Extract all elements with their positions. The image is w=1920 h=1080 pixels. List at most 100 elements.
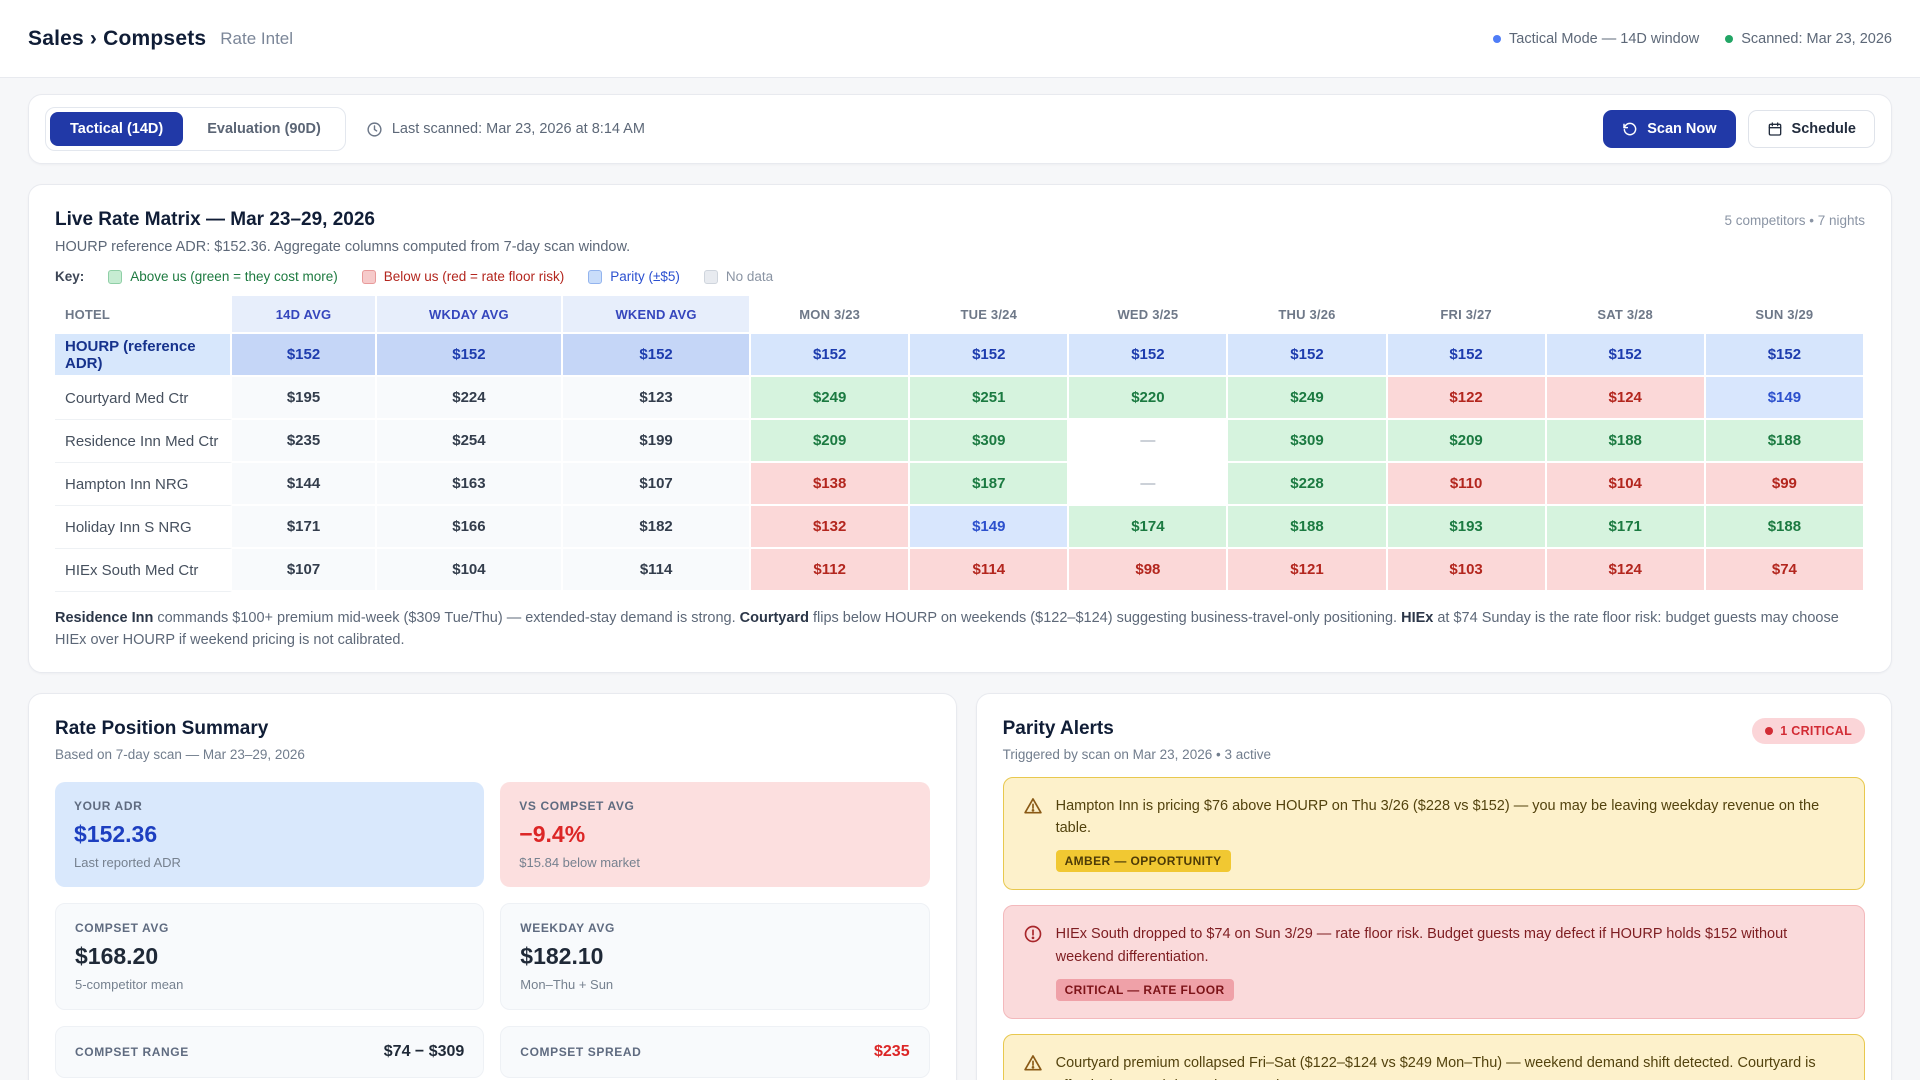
agg-cell: $166 bbox=[376, 506, 564, 549]
legend-label: Below us (red = rate floor risk) bbox=[383, 269, 565, 284]
legend-item: Above us (green = they cost more) bbox=[108, 269, 338, 284]
stat-row-value: $74 − $309 bbox=[383, 1042, 465, 1060]
agg-cell: $199 bbox=[563, 420, 752, 463]
column-header: FRI 3/27 bbox=[1387, 296, 1547, 334]
hotel-name-cell: HIEx South Med Ctr bbox=[55, 549, 233, 592]
legend-label: No data bbox=[725, 269, 774, 284]
day-rate-cell: $132 bbox=[751, 506, 911, 549]
tab-tactical-14d-[interactable]: Tactical (14D) bbox=[50, 112, 184, 146]
day-rate-cell: $99 bbox=[1705, 463, 1865, 506]
day-rate-cell: $220 bbox=[1069, 377, 1229, 420]
day-rate-cell: $152 bbox=[1705, 334, 1865, 377]
agg-cell: $224 bbox=[376, 377, 564, 420]
legend-label: Above us (green = they cost more) bbox=[130, 269, 338, 284]
summary-tile: WEEKDAY AVG $182.10 Mon–Thu + Sun bbox=[500, 902, 930, 1010]
column-header: SUN 3/29 bbox=[1705, 296, 1865, 334]
day-rate-cell: $149 bbox=[1705, 377, 1865, 420]
stat-row-value: $235 bbox=[874, 1042, 910, 1060]
day-rate-cell: $122 bbox=[1387, 377, 1547, 420]
summary-stat-row: COMPSET SPREAD $235 bbox=[500, 1025, 930, 1078]
day-rate-cell: $110 bbox=[1387, 463, 1547, 506]
legend-swatch bbox=[361, 269, 376, 284]
summary-subtitle: Based on 7-day scan — Mar 23–29, 2026 bbox=[55, 746, 305, 762]
rate-matrix-table: HOTEL 14D AVG WKDAY AVG WKEND AVG MON 3/23 TU… bbox=[55, 296, 1865, 592]
tile-value: $182.10 bbox=[520, 942, 604, 969]
hotel-name-cell: Holiday Inn S NRG bbox=[55, 506, 233, 549]
agg-cell: $144 bbox=[232, 463, 377, 506]
matrix-legend: Key: Above us (green = they cost more) Be… bbox=[55, 269, 1865, 284]
hotel-name-cell: HOURP (reference ADR) bbox=[55, 334, 233, 377]
critical-count-badge: 1 CRITICAL bbox=[1752, 717, 1865, 744]
tile-caption: $15.84 below market bbox=[519, 854, 640, 870]
matrix-table-head: HOTEL 14D AVG WKDAY AVG WKEND AVG MON 3/23 TU… bbox=[55, 296, 1865, 334]
table-row: Residence Inn Med Ctr $235 $254 $199 $209 $30… bbox=[55, 420, 1865, 463]
legend-item: No data bbox=[703, 269, 774, 284]
day-rate-cell: $152 bbox=[751, 334, 911, 377]
matrix-meta: 5 competitors • 7 nights bbox=[1724, 213, 1865, 228]
legend-swatch bbox=[588, 269, 603, 284]
day-rate-cell: $249 bbox=[1228, 377, 1388, 420]
tab-evaluation-90d-[interactable]: Evaluation (90D) bbox=[187, 112, 341, 146]
tile-label: YOUR ADR bbox=[74, 798, 143, 813]
day-rate-cell: $112 bbox=[751, 549, 911, 592]
matrix-footnote: Residence Inn commands $100+ premium mid… bbox=[55, 608, 1865, 652]
column-header: THU 3/26 bbox=[1228, 296, 1388, 334]
hotel-name-cell: Hampton Inn NRG bbox=[55, 463, 233, 506]
parity-alert: Hampton Inn is pricing $76 above HOURP o… bbox=[1002, 776, 1865, 891]
legend-item: Below us (red = rate floor risk) bbox=[361, 269, 565, 284]
alert-text: HIEx South dropped to $74 on Sun 3/29 — … bbox=[1055, 926, 1788, 965]
alerts-subtitle: Triggered by scan on Mar 23, 2026 • 3 ac… bbox=[1002, 746, 1271, 762]
hotel-name-cell: Residence Inn Med Ctr bbox=[55, 420, 233, 463]
status-pill-label: Scanned: Mar 23, 2026 bbox=[1741, 30, 1892, 47]
day-rate-cell: $188 bbox=[1705, 506, 1865, 549]
agg-cell: $171 bbox=[232, 506, 377, 549]
legend-key-label: Key: bbox=[55, 269, 85, 284]
column-header: SAT 3/28 bbox=[1546, 296, 1706, 334]
alert-severity-tag: AMBER — OPPORTUNITY bbox=[1055, 850, 1231, 873]
footnote-segment: HIEx bbox=[1401, 610, 1434, 626]
status-pill-label: Tactical Mode — 14D window bbox=[1509, 30, 1700, 47]
agg-cell: $123 bbox=[563, 377, 752, 420]
day-rate-cell: $104 bbox=[1546, 463, 1706, 506]
tile-caption: Mon–Thu + Sun bbox=[520, 976, 614, 992]
agg-cell: $182 bbox=[563, 506, 752, 549]
tile-caption: Last reported ADR bbox=[74, 854, 181, 870]
app-header: Sales › Compsets Rate Intel Tactical Mod… bbox=[0, 0, 1920, 78]
alert-text: Courtyard premium collapsed Fri–Sat ($12… bbox=[1055, 1055, 1816, 1080]
alerts-list: Hampton Inn is pricing $76 above HOURP o… bbox=[1002, 776, 1865, 1080]
agg-cell: $152 bbox=[232, 334, 377, 377]
summary-row-grid: COMPSET RANGE $74 − $309 COMPSET SPREAD $23… bbox=[55, 1025, 930, 1078]
last-scanned-text: Last scanned: Mar 23, 2026 at 8:14 AM bbox=[391, 121, 645, 137]
column-header: WED 3/25 bbox=[1069, 296, 1229, 334]
calendar-icon bbox=[1767, 121, 1783, 137]
day-rate-cell: $124 bbox=[1546, 377, 1706, 420]
breadcrumb: Sales › Compsets bbox=[28, 26, 207, 50]
tile-value: −9.4% bbox=[519, 820, 586, 847]
day-rate-cell: $251 bbox=[910, 377, 1070, 420]
scan-now-button[interactable]: Scan Now bbox=[1603, 110, 1736, 148]
day-rate-cell: $152 bbox=[1228, 334, 1388, 377]
parity-alert: Courtyard premium collapsed Fri–Sat ($12… bbox=[1002, 1034, 1865, 1080]
column-header: WKDAY AVG bbox=[376, 296, 564, 334]
schedule-button[interactable]: Schedule bbox=[1747, 110, 1875, 148]
day-rate-cell: $152 bbox=[1546, 334, 1706, 377]
summary-tile: COMPSET AVG $168.20 5-competitor mean bbox=[55, 902, 485, 1010]
column-header: WKEND AVG bbox=[563, 296, 752, 334]
day-rate-cell: $149 bbox=[910, 506, 1070, 549]
tile-value: $152.36 bbox=[74, 820, 158, 847]
summary-tile: VS COMPSET AVG −9.4% $15.84 below market bbox=[500, 781, 930, 887]
agg-cell: $104 bbox=[376, 549, 564, 592]
tile-label: VS COMPSET AVG bbox=[519, 798, 635, 813]
day-rate-cell: $152 bbox=[1069, 334, 1229, 377]
agg-cell: $107 bbox=[563, 463, 752, 506]
header-status-pills: Tactical Mode — 14D window Scanned: Mar 2… bbox=[1493, 31, 1892, 47]
legend-swatch bbox=[108, 269, 123, 284]
day-rate-cell: $152 bbox=[910, 334, 1070, 377]
tile-value: $168.20 bbox=[75, 942, 159, 969]
parity-alerts-card: Parity Alerts Triggered by scan on Mar 2… bbox=[975, 692, 1892, 1080]
summary-title: Rate Position Summary bbox=[55, 717, 269, 739]
day-rate-cell: $309 bbox=[1228, 420, 1388, 463]
column-header: 14D AVG bbox=[232, 296, 377, 334]
matrix-subtitle: HOURP reference ADR: $152.36. Aggregate … bbox=[55, 239, 631, 255]
day-rate-cell: $103 bbox=[1387, 549, 1547, 592]
